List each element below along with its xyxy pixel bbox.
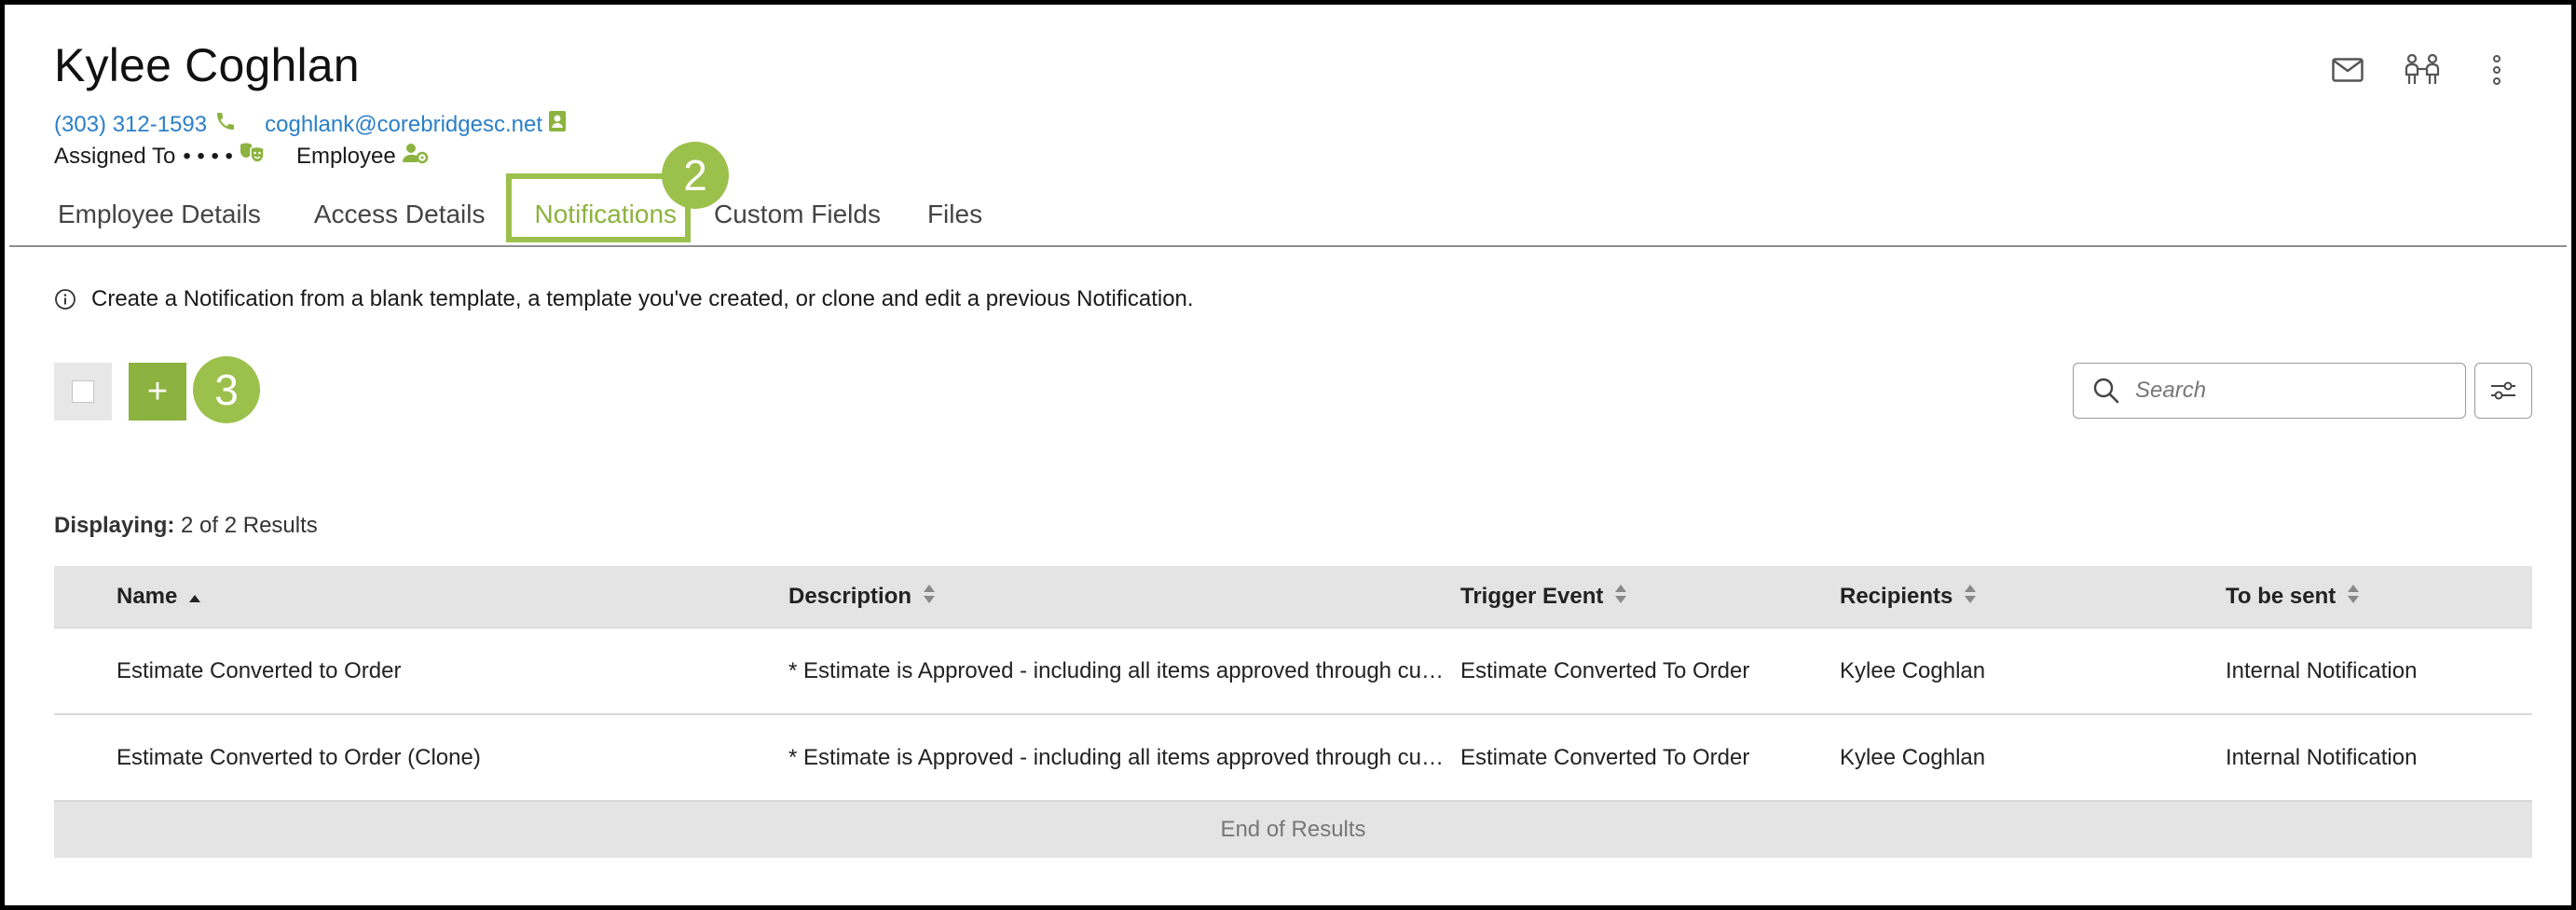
notifications-table: Name Description Trigger Event Recipient…: [54, 566, 2532, 858]
sort-icon: [923, 584, 936, 611]
results-value: 2 of 2 Results: [181, 513, 318, 538]
role-label: Employee: [295, 143, 396, 169]
sort-icon: [1614, 584, 1627, 611]
cell-to-be-sent: Internal Notification: [2226, 744, 2418, 770]
more-vertical-icon[interactable]: [2478, 51, 2515, 89]
column-label: Description: [788, 584, 912, 609]
cell-description: * Estimate is Approved - including all i…: [788, 744, 1445, 770]
envelope-icon[interactable]: [2329, 51, 2366, 89]
assigned-to-value: • • • •: [183, 143, 233, 169]
theater-masks-icon: [239, 142, 267, 171]
search-input[interactable]: [2133, 377, 2435, 405]
phone-icon: [214, 110, 237, 139]
table-row[interactable]: Estimate Converted to Order * Estimate i…: [54, 628, 2532, 715]
cell-to-be-sent: Internal Notification: [2226, 657, 2418, 683]
sort-asc-icon: [188, 584, 201, 610]
assignment-row: Assigned To • • • • Employee: [54, 142, 430, 171]
tab-bar: Employee Details Access Details Notifica…: [35, 182, 1010, 247]
results-label: Displaying:: [54, 513, 175, 538]
cell-trigger-event: Estimate Converted To Order: [1460, 657, 1750, 683]
assigned-to-label: Assigned To: [54, 143, 176, 169]
cell-recipients: Kylee Coghlan: [1840, 744, 1986, 770]
tab-access-details[interactable]: Access Details: [283, 182, 516, 247]
sliders-icon: [2489, 379, 2517, 402]
column-header-trigger-event[interactable]: Trigger Event: [1460, 566, 1627, 627]
cell-recipients: Kylee Coghlan: [1840, 657, 1986, 683]
select-all-checkbox[interactable]: [54, 363, 112, 421]
info-row: Create a Notification from a blank templ…: [54, 286, 1194, 312]
phone-link[interactable]: (303) 312-1593: [54, 112, 207, 138]
table-footer: End of Results: [54, 802, 2532, 858]
sort-icon: [2347, 584, 2360, 611]
table-header: Name Description Trigger Event Recipient…: [54, 566, 2532, 628]
step-badge-3: 3: [193, 356, 260, 423]
tab-employee-details[interactable]: Employee Details: [35, 182, 283, 247]
column-label: Name: [116, 584, 178, 609]
search-icon: [2092, 377, 2120, 405]
search-box: [2073, 363, 2466, 419]
column-label: Trigger Event: [1460, 584, 1604, 609]
cell-trigger-event: Estimate Converted To Order: [1460, 744, 1750, 770]
filter-sliders-button[interactable]: [2474, 363, 2532, 419]
tabs-divider: [9, 245, 2567, 247]
column-label: Recipients: [1840, 584, 1953, 609]
column-header-name[interactable]: Name: [116, 566, 201, 627]
tab-files[interactable]: Files: [899, 182, 1010, 247]
user-gear-icon: [402, 142, 430, 171]
info-text: Create a Notification from a blank templ…: [91, 286, 1194, 311]
add-notification-button[interactable]: +: [129, 363, 186, 421]
cell-description: * Estimate is Approved - including all i…: [788, 657, 1445, 683]
cell-name: Estimate Converted to Order: [116, 657, 402, 683]
cell-name: Estimate Converted to Order (Clone): [116, 744, 481, 770]
results-count: Displaying: 2 of 2 Results: [54, 513, 318, 539]
column-header-description[interactable]: Description: [788, 566, 1492, 627]
column-header-to-be-sent[interactable]: To be sent: [2226, 566, 2360, 627]
tab-custom-fields[interactable]: Custom Fields: [695, 182, 899, 247]
info-icon: [54, 288, 76, 310]
contact-row: (303) 312-1593 coghlank@corebridgesc.net: [54, 110, 567, 139]
header-actions: [2329, 51, 2515, 89]
column-label: To be sent: [2226, 584, 2336, 609]
email-link[interactable]: coghlank@corebridgesc.net: [265, 112, 542, 138]
people-icon[interactable]: [2404, 51, 2441, 89]
page-title: Kylee Coghlan: [54, 39, 360, 91]
checkbox-box: [72, 380, 94, 403]
window-frame: Kylee Coghlan (303) 312-1593 coghlank@co…: [0, 0, 2576, 910]
column-header-recipients[interactable]: Recipients: [1840, 566, 1977, 627]
step-badge-2: 2: [662, 142, 729, 209]
contact-card-icon: [548, 110, 567, 139]
table-row[interactable]: Estimate Converted to Order (Clone) * Es…: [54, 715, 2532, 802]
sort-icon: [1964, 584, 1977, 611]
